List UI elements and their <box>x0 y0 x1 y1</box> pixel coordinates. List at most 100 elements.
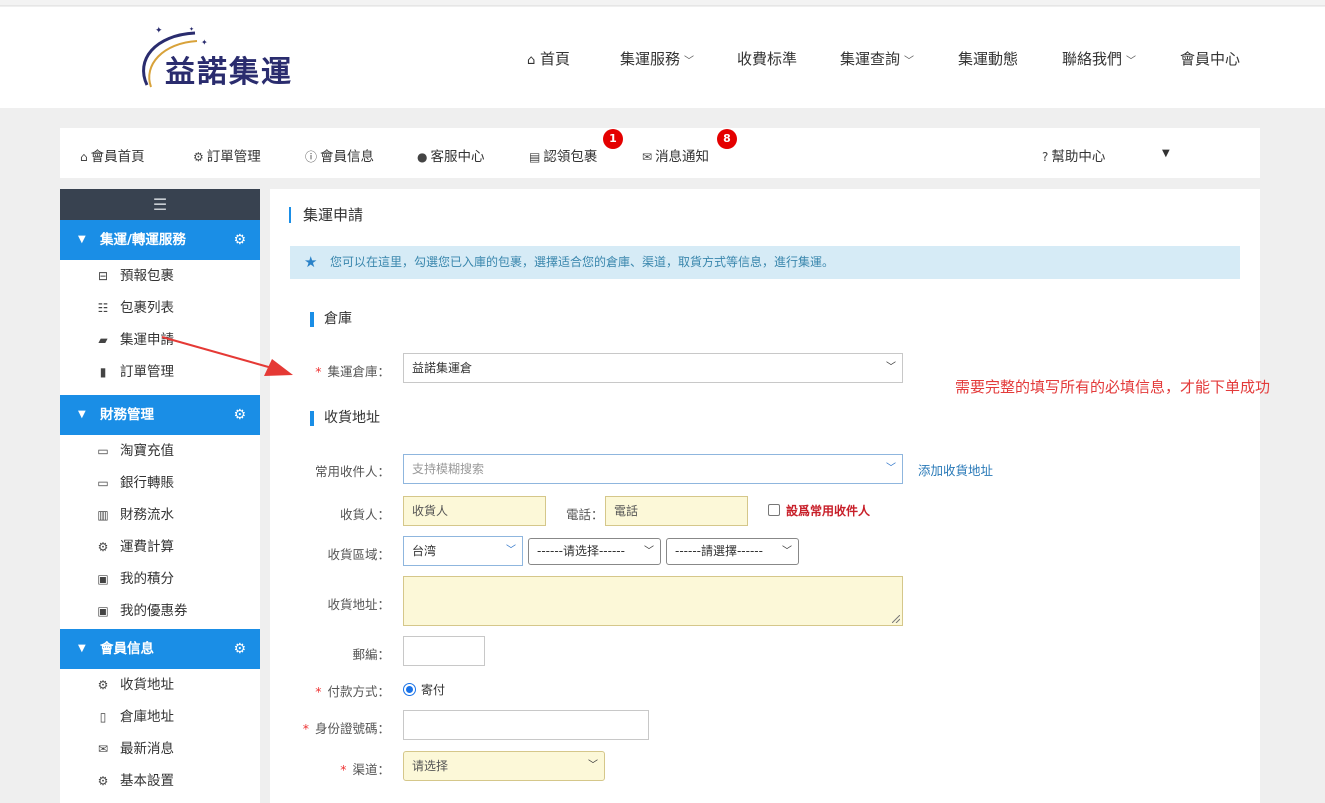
caret-down-icon[interactable]: ▼ <box>1162 148 1170 159</box>
required-mark: * <box>315 684 322 699</box>
nav-home[interactable]: ⌂ 首頁 <box>527 48 570 69</box>
gear-icon: ⚙ <box>193 150 204 164</box>
nav-news[interactable]: 集運動態 <box>958 48 1018 69</box>
set-default-checkbox[interactable] <box>768 504 780 516</box>
sidebar-group-member[interactable]: ▼ 會員信息 ⚙ <box>60 629 260 669</box>
payment-label: * 付款方式： <box>315 684 390 699</box>
member-nav-home[interactable]: ⌂ 會員首頁 <box>80 145 145 165</box>
logo[interactable]: ✦ ✦ ✦ 益諾集運 <box>135 25 335 97</box>
home-icon: ⌂ <box>527 53 536 68</box>
envelope-icon: ✉ <box>97 742 109 756</box>
postcode-label: 郵編： <box>352 647 390 662</box>
sidebar-item-freight-calc[interactable]: ⚙ 運費計算 <box>60 531 260 563</box>
truck-icon: ▰ <box>98 333 108 347</box>
page-title: 集運申請 <box>289 207 363 223</box>
nav-query[interactable]: 集運查詢 ﹀ <box>840 48 914 69</box>
sidebar: ☰ ▼ 集運/轉運服務 ⚙ ⊟ 預報包裹 ☷ 包裹列表 ▰ 集運申請 ▮ 訂單管理 ▼ 財務管… <box>60 189 260 803</box>
region-label: 收貨區域： <box>327 547 390 562</box>
warehouse-select[interactable]: 益諾集運倉 ﹀ <box>403 353 903 383</box>
sidebar-group-shipping[interactable]: ▼ 集運/轉運服務 ⚙ <box>60 220 260 260</box>
add-address-link[interactable]: 添加收貨地址 <box>918 460 993 479</box>
recipient-search-select[interactable]: 支持模糊搜索 ﹀ <box>403 454 903 484</box>
annotation-arrow-icon <box>161 336 293 376</box>
set-default-label[interactable]: 設爲常用收件人 <box>786 502 870 519</box>
nav-contact[interactable]: 聯絡我們 ﹀ <box>1062 48 1136 69</box>
bar-chart-icon: ▥ <box>97 508 109 522</box>
archive-icon: ▤ <box>529 150 541 164</box>
channel-label: * 渠道： <box>340 762 390 777</box>
top-strip <box>0 0 1325 6</box>
caret-down-icon: ▼ <box>78 234 86 245</box>
svg-text:✦: ✦ <box>201 38 208 47</box>
sidebar-item-warehouse-address[interactable]: ▯ 倉庫地址 <box>60 701 260 733</box>
payment-radio[interactable] <box>403 683 416 696</box>
sidebar-item-latest-news[interactable]: ✉ 最新消息 <box>60 733 260 765</box>
nav-member-center[interactable]: 會員中心 <box>1180 48 1240 69</box>
postcode-input[interactable] <box>403 636 485 666</box>
recipient-label: 常用收件人： <box>314 464 390 479</box>
nav-services[interactable]: 集運服務 ﹀ <box>620 48 694 69</box>
address-textarea[interactable] <box>403 576 903 626</box>
phone-input[interactable]: 電話 <box>605 496 748 526</box>
section-warehouse: 倉庫 <box>310 312 352 327</box>
resize-handle-icon <box>892 615 900 623</box>
gear-icon: ⚙ <box>233 641 246 657</box>
main-content: 集運申請 ★ 您可以在這里，勾選您已入庫的包裹，選擇适合您的倉庫、渠道，取貨方式… <box>270 189 1260 803</box>
member-nav-orders[interactable]: ⚙ 訂單管理 <box>193 145 261 165</box>
chevron-down-icon: ﹀ <box>588 760 598 771</box>
payment-option-label: 寄付 <box>421 683 446 697</box>
chevron-down-icon: ﹀ <box>886 362 896 373</box>
region-select-district[interactable]: ------請選擇------ ﹀ <box>666 538 799 565</box>
gear-icon: ⚙ <box>233 407 246 423</box>
warehouse-label: * 集運倉庫： <box>315 364 390 379</box>
member-nav-support[interactable]: ● 客服中心 <box>417 145 484 165</box>
book-icon: ▮ <box>99 365 107 379</box>
consignee-input[interactable]: 收貨人 <box>403 496 546 526</box>
nav-pricing[interactable]: 收費标準 <box>737 48 797 69</box>
chevron-down-icon: ﹀ <box>644 546 654 557</box>
required-mark: * <box>315 364 322 379</box>
id-number-input[interactable] <box>403 710 649 740</box>
list-icon: ☷ <box>97 301 109 315</box>
chevron-down-icon: ﹀ <box>886 463 896 474</box>
chevron-down-icon: ﹀ <box>904 56 915 67</box>
sidebar-item-settings[interactable]: ⚙ 基本設置 <box>60 765 260 797</box>
envelope-icon: ✉ <box>642 150 653 164</box>
phone-label: 電話： <box>566 507 604 522</box>
gift-icon: ▣ <box>97 572 109 586</box>
sidebar-group-finance[interactable]: ▼ 財務管理 ⚙ <box>60 395 260 435</box>
sidebar-item-package-list[interactable]: ☷ 包裹列表 <box>60 292 260 324</box>
sidebar-item-forecast[interactable]: ⊟ 預報包裹 <box>60 260 260 292</box>
chevron-down-icon: ﹀ <box>684 56 695 67</box>
channel-select[interactable]: 请选择 ﹀ <box>403 751 605 781</box>
required-mark: * <box>340 762 347 777</box>
caret-down-icon: ▼ <box>78 643 86 654</box>
sidebar-item-points[interactable]: ▣ 我的積分 <box>60 563 260 595</box>
member-nav-help[interactable]: ? 幫助中心 <box>1042 145 1105 165</box>
sidebar-item-coupons[interactable]: ▣ 我的優惠券 <box>60 595 260 627</box>
sidebar-item-bank-transfer[interactable]: ▭ 銀行轉賬 <box>60 467 260 499</box>
menu-icon[interactable]: ☰ <box>60 189 260 220</box>
region-select-country[interactable]: 台湾 ﹀ <box>403 536 523 566</box>
id-label: * 身份證號碼： <box>302 721 390 736</box>
site-header: ✦ ✦ ✦ 益諾集運 ⌂ 首頁 集運服務 ﹀ 收費标準 集運查詢 ﹀ 集運動態 聯絡… <box>0 7 1325 108</box>
caret-down-icon: ▼ <box>78 409 86 420</box>
claim-badge: 1 <box>603 129 623 149</box>
home-icon: ⌂ <box>80 150 88 164</box>
member-nav: ⌂ 會員首頁 ⚙ 訂單管理 ⓘ 會員信息 ● 客服中心 ▤ 認領包裹 1 ✉ 消息通知 8 … <box>60 128 1260 178</box>
chevron-down-icon: ﹀ <box>1126 56 1137 67</box>
sidebar-item-taobao-topup[interactable]: ▭ 淘寶充值 <box>60 435 260 467</box>
chevron-down-icon: ﹀ <box>782 546 792 557</box>
chevron-down-icon: ﹀ <box>506 545 516 556</box>
sidebar-item-transactions[interactable]: ▥ 財務流水 <box>60 499 260 531</box>
member-nav-claim[interactable]: ▤ 認領包裹 <box>529 145 597 165</box>
gears-icon: ⚙ <box>97 540 109 554</box>
region-select-city[interactable]: ------请选择------ ﹀ <box>528 538 661 565</box>
member-nav-messages[interactable]: ✉ 消息通知 <box>642 145 709 165</box>
address-label: 收貨地址： <box>327 597 390 612</box>
gears-icon: ⚙ <box>97 678 109 692</box>
credit-card-icon: ▭ <box>97 476 109 490</box>
member-nav-info[interactable]: ⓘ 會員信息 <box>305 145 374 165</box>
sidebar-item-addresses[interactable]: ⚙ 收貨地址 <box>60 669 260 701</box>
annotation-note: 需要完整的填写所有的必填信息，才能下单成功 <box>955 378 1271 396</box>
